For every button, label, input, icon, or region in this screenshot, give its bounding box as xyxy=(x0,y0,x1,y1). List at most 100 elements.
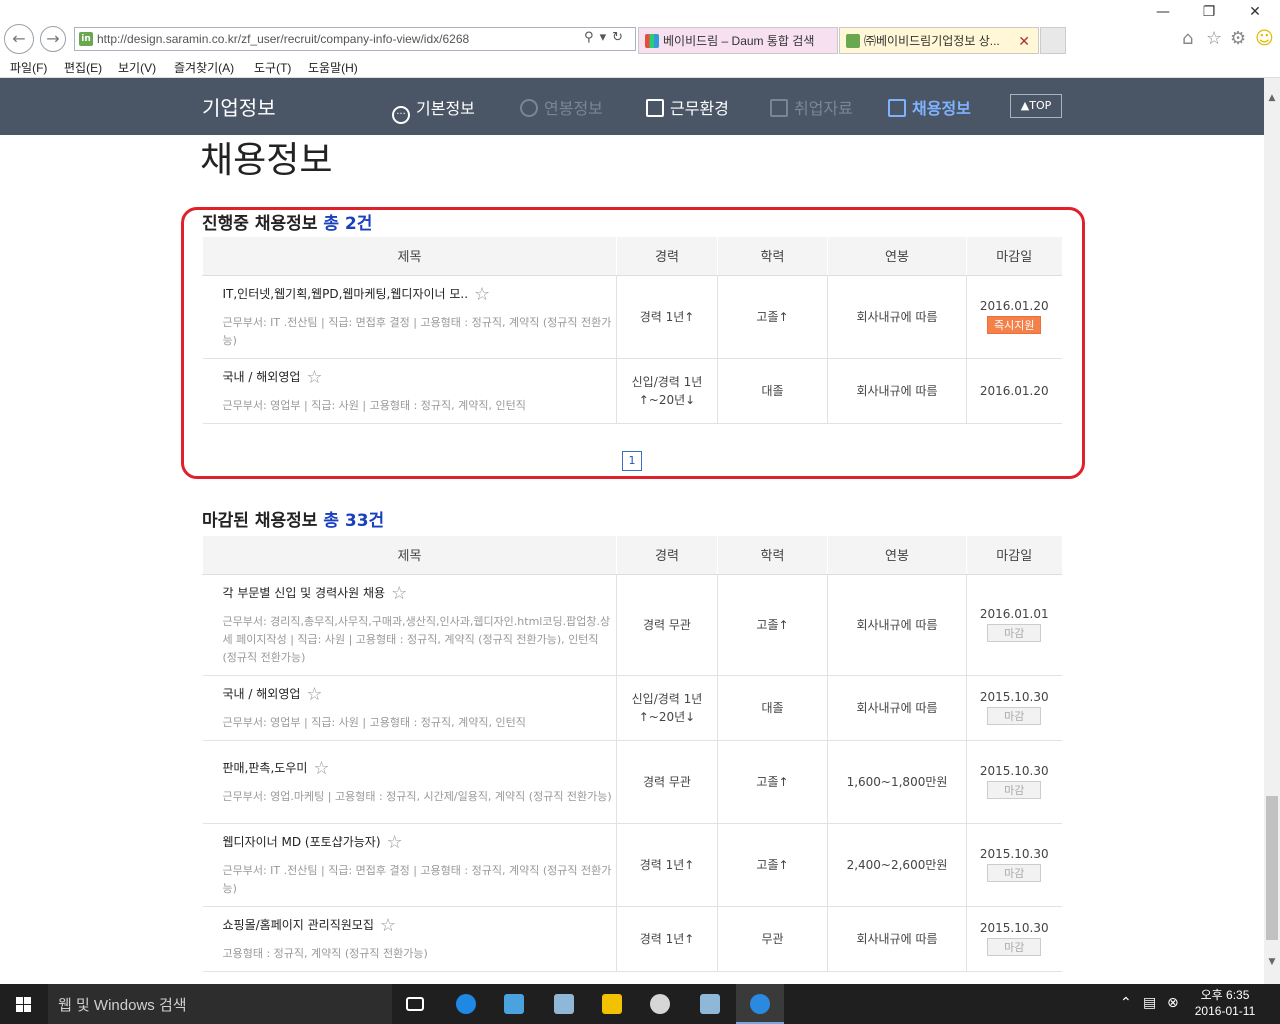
star-scrap-icon[interactable]: ☆ xyxy=(391,583,407,604)
site-header: 기업정보 ··· 기본정보 연봉정보 근무환경 취업자료 채용정보 ▲TOP xyxy=(0,78,1264,135)
nav-salary-info[interactable]: 연봉정보 xyxy=(520,95,603,119)
settings-gear-icon[interactable]: ⚙ xyxy=(1230,28,1246,49)
table-row: 웹디자이너 MD (포토샵가능자) ☆ 근무부서: IT .전산팀 | 직급: 면… xyxy=(202,823,1062,907)
menu-favorites[interactable]: 즐겨찾기(A) xyxy=(174,59,234,76)
new-tab-button[interactable] xyxy=(1040,27,1066,54)
windows-taskbar: 웹 및 Windows 검색 ⌃ ▤ ⊗ 오후 6:35 2016-01-11 xyxy=(0,984,1280,1024)
job-salary: 회사내규에 따름 xyxy=(827,906,967,972)
task-view-icon[interactable] xyxy=(392,984,440,1024)
menu-file[interactable]: 파일(F) xyxy=(10,59,47,76)
job-education: 고졸↑ xyxy=(717,740,828,824)
closed-badge: 마감 xyxy=(987,624,1042,642)
menu-edit[interactable]: 편집(E) xyxy=(64,59,102,76)
nav-basic-info[interactable]: ··· 기본정보 xyxy=(392,95,475,124)
nav-work-environment[interactable]: 근무환경 xyxy=(646,95,729,119)
job-education: 무관 xyxy=(717,906,828,972)
paint-app-icon[interactable] xyxy=(636,984,684,1024)
closed-badge: 마감 xyxy=(987,864,1042,882)
internet-explorer-icon[interactable] xyxy=(736,984,784,1024)
job-deadline: 2015.10.30 xyxy=(979,764,1049,778)
tray-chevron-up-icon[interactable]: ⌃ xyxy=(1120,995,1132,1011)
close-window-button[interactable]: ✕ xyxy=(1232,4,1278,26)
job-title-link[interactable]: 판매,판촉,도우미 xyxy=(223,761,308,775)
calculator-app-icon[interactable] xyxy=(490,984,538,1024)
scroll-up-arrow-icon[interactable]: ▲ xyxy=(1264,90,1280,106)
col-title: 제목 xyxy=(202,536,617,575)
job-career: 경력 1년↑ xyxy=(616,823,718,907)
nav-recruit-info[interactable]: 채용정보 xyxy=(888,95,971,119)
edge-icon[interactable] xyxy=(442,984,490,1024)
menu-view[interactable]: 보기(V) xyxy=(118,59,156,76)
start-button[interactable] xyxy=(0,984,48,1024)
nav-job-materials[interactable]: 취업자료 xyxy=(770,95,853,119)
dots-circle-icon: ··· xyxy=(392,106,410,124)
smiley-feedback-icon[interactable]: ☺ xyxy=(1255,28,1274,49)
site-favicon-icon: in xyxy=(79,32,93,46)
scroll-top-button[interactable]: ▲TOP xyxy=(1010,94,1062,118)
taskbar-search-placeholder: 웹 및 Windows 검색 xyxy=(58,997,187,1014)
taskbar-clock[interactable]: 오후 6:35 2016-01-11 xyxy=(1190,987,1260,1019)
back-button[interactable]: ← xyxy=(4,24,34,54)
page-content: 채용정보 진행중 채용정보 총 2건 제목 경력 학력 연봉 마감일 IT,인터… xyxy=(0,135,1264,983)
job-deadline: 2015.10.30 xyxy=(979,847,1049,861)
menu-help[interactable]: 도움말(H) xyxy=(308,59,358,76)
closed-badge: 마감 xyxy=(987,781,1042,799)
job-title-link[interactable]: 각 부문별 신입 및 경력사원 채용 xyxy=(223,586,386,600)
col-education: 학력 xyxy=(717,536,828,575)
notepad-app-icon[interactable] xyxy=(540,984,588,1024)
star-scrap-icon[interactable]: ☆ xyxy=(387,832,403,853)
closed-section-title: 마감된 채용정보 총 33건 xyxy=(202,511,385,531)
address-controls[interactable]: ⚲▾↻ xyxy=(584,30,629,45)
menu-bar: 파일(F) 편집(E) 보기(V) 즐겨찾기(A) 도구(T) 도움말(H) xyxy=(0,56,1280,78)
clock-date: 2016-01-11 xyxy=(1194,1004,1256,1018)
tab-close-icon[interactable]: ✕ xyxy=(1018,28,1030,53)
job-education: 고졸↑ xyxy=(717,574,828,676)
brand-title[interactable]: 기업정보 xyxy=(202,92,276,121)
menu-tools[interactable]: 도구(T) xyxy=(254,59,291,76)
table-row: 국내 / 해외영업 ☆ 근무부서: 영업부 | 직급: 사원 | 고용형태 : 정… xyxy=(202,675,1062,741)
favorites-star-icon[interactable]: ☆ xyxy=(1206,28,1222,49)
table-row: 각 부문별 신입 및 경력사원 채용 ☆ 근무부서: 경리직,총무직,사무직,구매… xyxy=(202,574,1062,676)
notepad2-app-icon[interactable] xyxy=(686,984,734,1024)
job-meta: 근무부서: 영업부 | 직급: 사원 | 고용형태 : 정규직, 계약직, 인턴… xyxy=(222,715,526,729)
job-salary: 2,400~2,600만원 xyxy=(827,823,967,907)
forward-button[interactable]: → xyxy=(40,26,66,52)
job-title-link[interactable]: 쇼핑몰/홈페이지 관리직원모집 xyxy=(223,918,374,932)
coins-icon xyxy=(520,99,538,117)
col-career: 경력 xyxy=(616,536,718,575)
job-meta: 근무부서: IT .전산팀 | 직급: 면접후 결정 | 고용형태 : 정규직,… xyxy=(222,863,612,895)
job-deadline: 2016.01.01 xyxy=(979,607,1049,621)
star-scrap-icon[interactable]: ☆ xyxy=(380,915,396,936)
scroll-down-arrow-icon[interactable]: ▼ xyxy=(1264,954,1280,970)
file-explorer-icon[interactable] xyxy=(588,984,636,1024)
tab-label: 베이비드림 – Daum 통합 검색 xyxy=(663,34,815,48)
job-meta: 근무부서: 경리직,총무직,사무직,구매과,생산직,인사과,웹디자인.html코… xyxy=(222,614,611,664)
job-career: 경력 1년↑ xyxy=(616,906,718,972)
job-deadline: 2015.10.30 xyxy=(979,921,1049,935)
restore-button[interactable]: ❐ xyxy=(1186,4,1232,26)
address-bar[interactable]: in http://design.saramin.co.kr/zf_user/r… xyxy=(74,27,636,51)
network-disconnected-icon[interactable]: ⊗ xyxy=(1167,995,1179,1011)
daum-favicon-icon xyxy=(645,34,659,48)
closed-badge: 마감 xyxy=(987,938,1042,956)
table-row: 판매,판촉,도우미 ☆ 근무부서: 영업.마케팅 | 고용형태 : 정규직, 시간… xyxy=(202,740,1062,824)
minimize-button[interactable]: — xyxy=(1140,4,1186,26)
star-scrap-icon[interactable]: ☆ xyxy=(313,758,329,779)
building-icon xyxy=(646,99,664,117)
job-title-link[interactable]: 국내 / 해외영업 xyxy=(223,687,301,701)
star-scrap-icon[interactable]: ☆ xyxy=(306,684,322,705)
tab-daum-search[interactable]: 베이비드림 – Daum 통합 검색 xyxy=(638,27,838,54)
taskbar-search-box[interactable]: 웹 및 Windows 검색 xyxy=(48,984,392,1024)
home-icon[interactable]: ⌂ xyxy=(1182,28,1193,49)
job-title-link[interactable]: 웹디자이너 MD (포토샵가능자) xyxy=(223,835,381,849)
job-education: 대졸 xyxy=(717,675,828,741)
page-title: 채용정보 xyxy=(200,140,333,181)
closed-jobs-table: 제목 경력 학력 연봉 마감일 각 부문별 신입 및 경력사원 채용 ☆ 근무부서… xyxy=(202,536,1062,972)
address-url[interactable]: http://design.saramin.co.kr/zf_user/recr… xyxy=(97,32,469,46)
scrollbar-thumb[interactable] xyxy=(1266,796,1278,940)
tab-company-info[interactable]: ㈜베이비드림기업정보 상... ✕ xyxy=(839,27,1039,54)
closed-badge: 마감 xyxy=(987,707,1042,725)
action-center-icon[interactable]: ▤ xyxy=(1143,995,1156,1011)
job-salary: 회사내규에 따름 xyxy=(827,675,967,741)
vertical-scrollbar[interactable]: ▲ ▼ xyxy=(1264,78,1280,984)
